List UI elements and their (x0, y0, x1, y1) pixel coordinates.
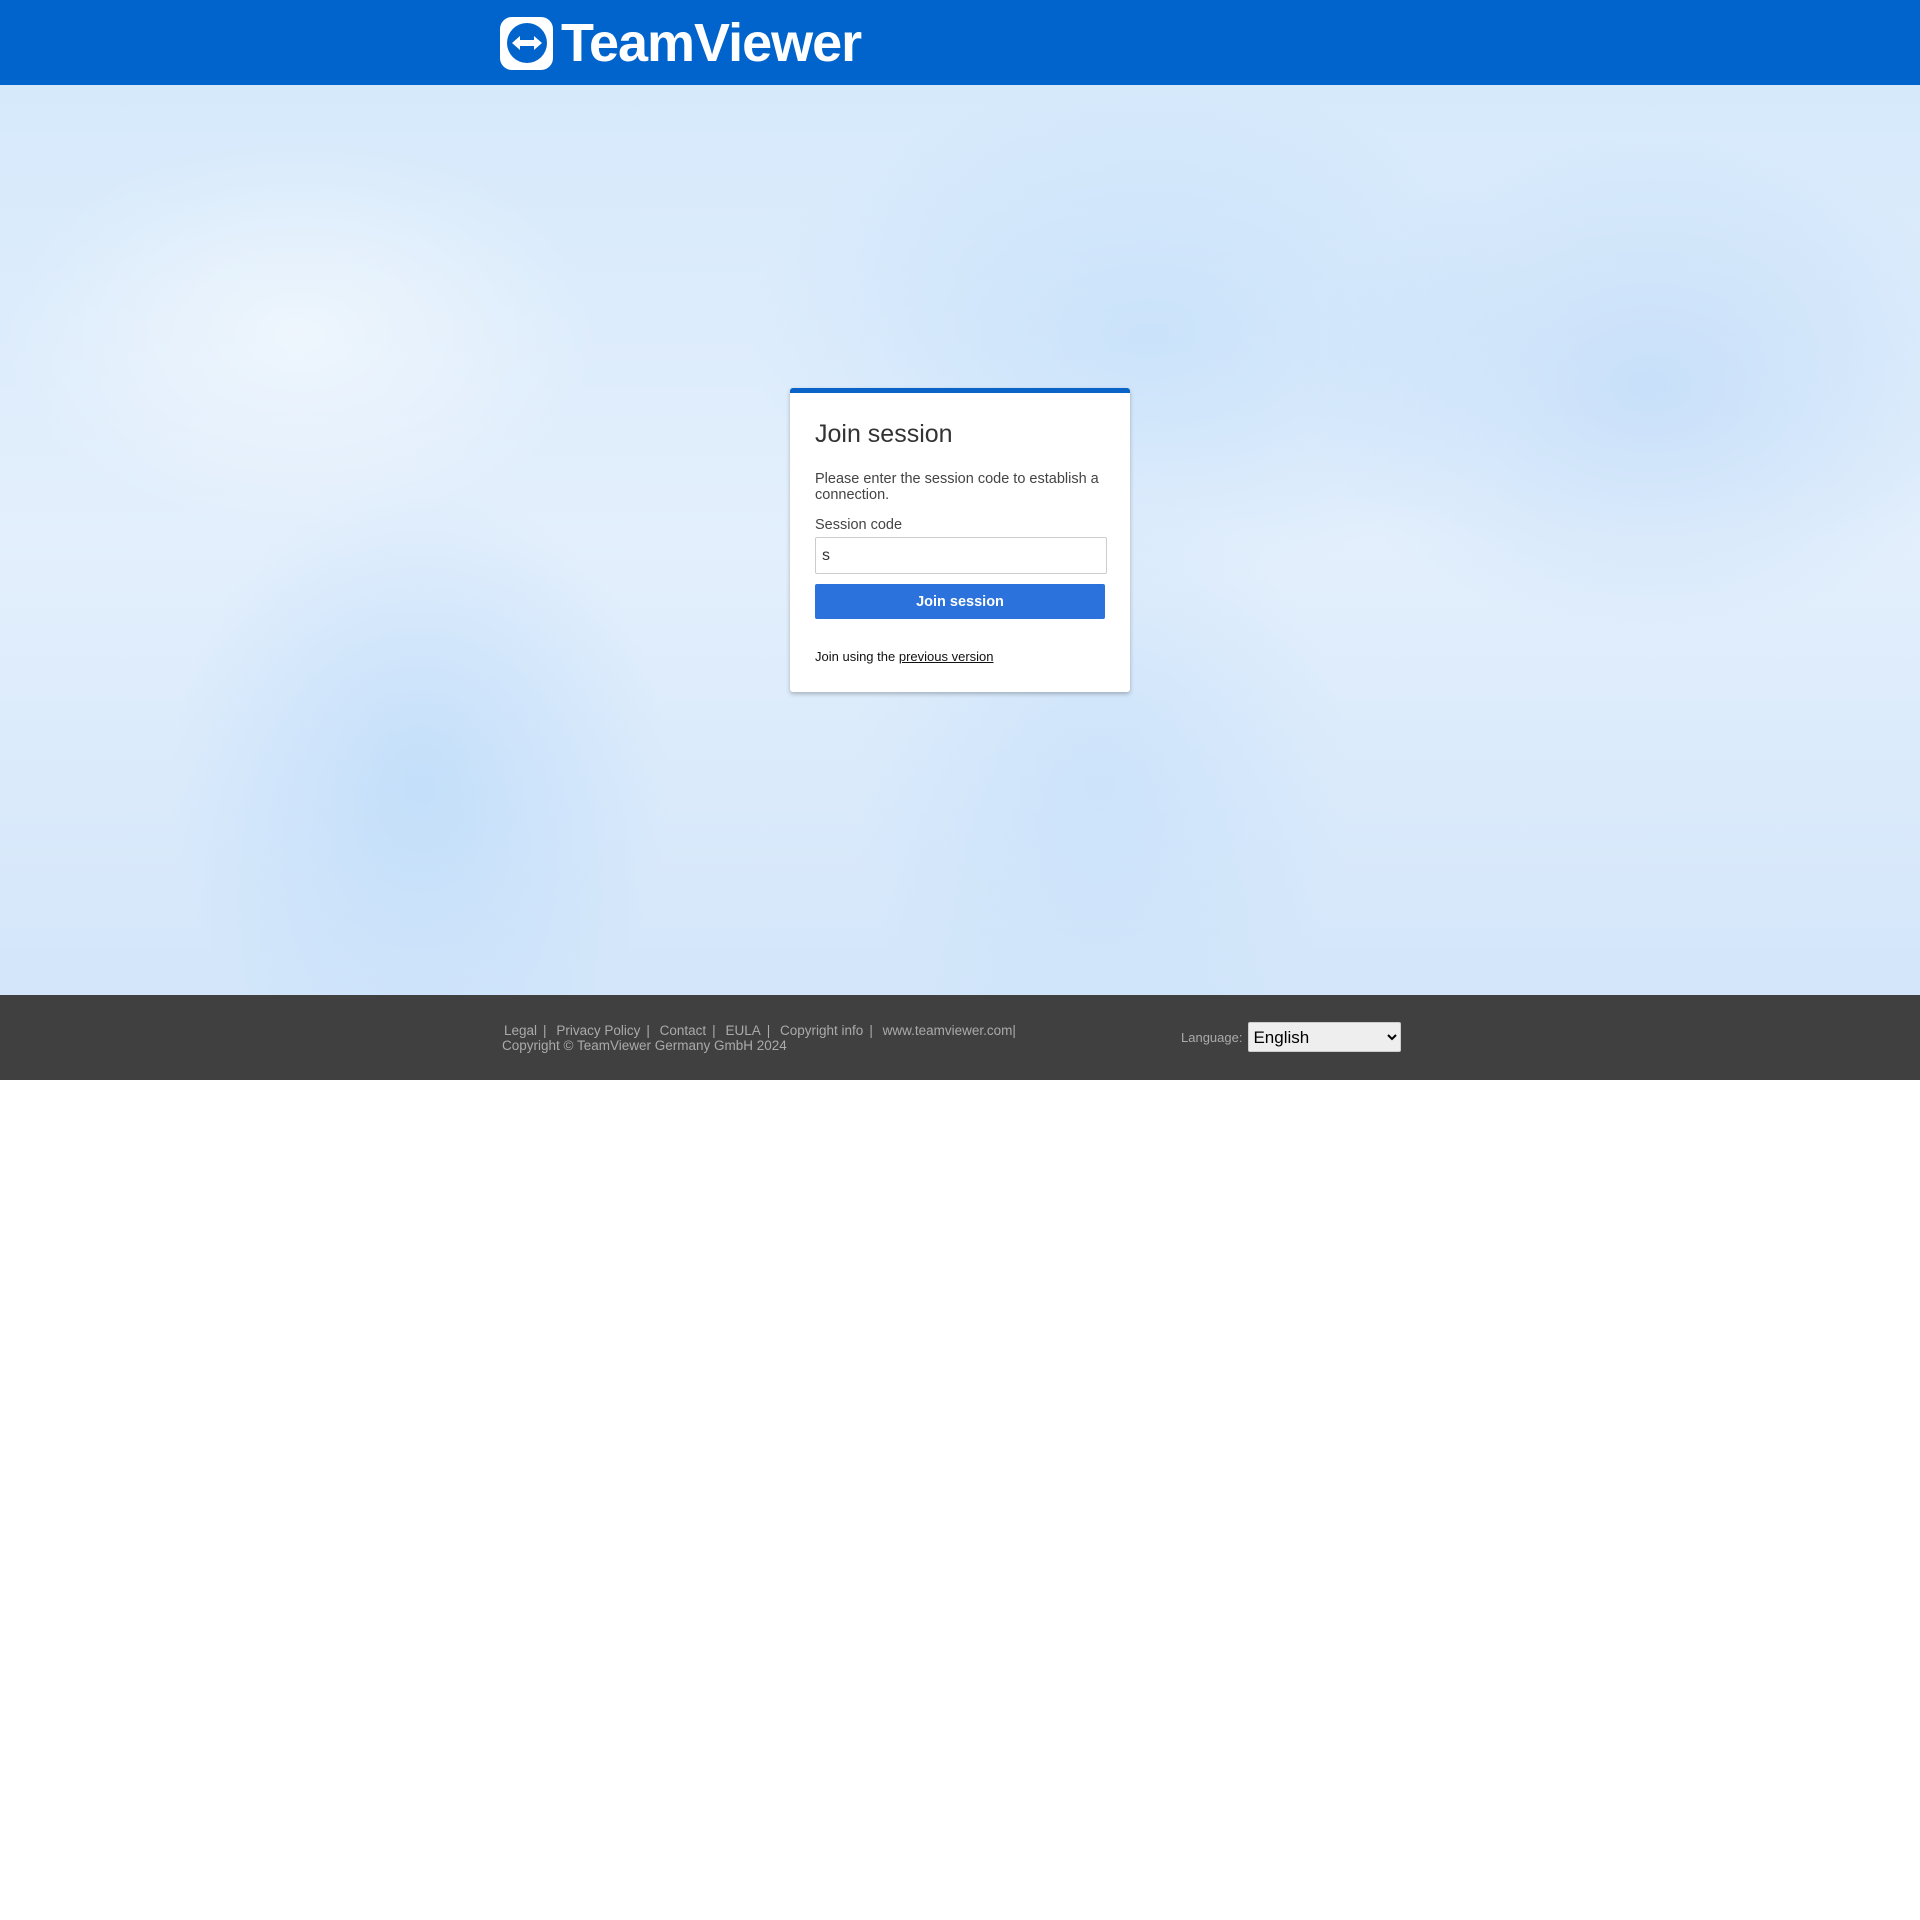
session-code-input[interactable] (815, 537, 1107, 574)
eula-link[interactable]: EULA (725, 1023, 760, 1038)
join-session-card: Join session Please enter the session co… (790, 388, 1130, 692)
previous-version-link[interactable]: previous version (899, 649, 994, 664)
footer: Legal | Privacy Policy | Contact | EULA | Co… (0, 995, 1920, 1080)
language-select[interactable]: English (1248, 1022, 1402, 1052)
copyright-text: Copyright © TeamViewer Germany GmbH 2024 (502, 1038, 787, 1053)
contact-link[interactable]: Contact (660, 1023, 707, 1038)
alt-prefix: Join using the (815, 649, 899, 664)
copyright-info-link[interactable]: Copyright info (780, 1023, 863, 1038)
teamviewer-arrows-icon (500, 16, 553, 70)
card-title: Join session (815, 420, 953, 448)
header: TeamViewer (0, 0, 1920, 85)
legal-link[interactable]: Legal (504, 1023, 537, 1038)
language-label: Language: (1181, 1029, 1243, 1045)
brand-name: TeamViewer (561, 13, 862, 73)
language-picker: Language: English (1181, 1022, 1402, 1052)
alt-join-text: Join using the previous version (815, 649, 1105, 664)
teamviewer-website-link[interactable]: www.teamviewer.com (883, 1023, 1013, 1038)
join-session-button[interactable]: Join session (815, 584, 1105, 619)
privacy-policy-link[interactable]: Privacy Policy (556, 1023, 640, 1038)
session-code-label: Session code (815, 517, 903, 533)
teamviewer-logo[interactable]: TeamViewer (500, 13, 862, 73)
card-description: Please enter the session code to establi… (815, 471, 1099, 503)
footer-links: Legal | Privacy Policy | Contact | EULA | Co… (502, 1023, 1016, 1053)
